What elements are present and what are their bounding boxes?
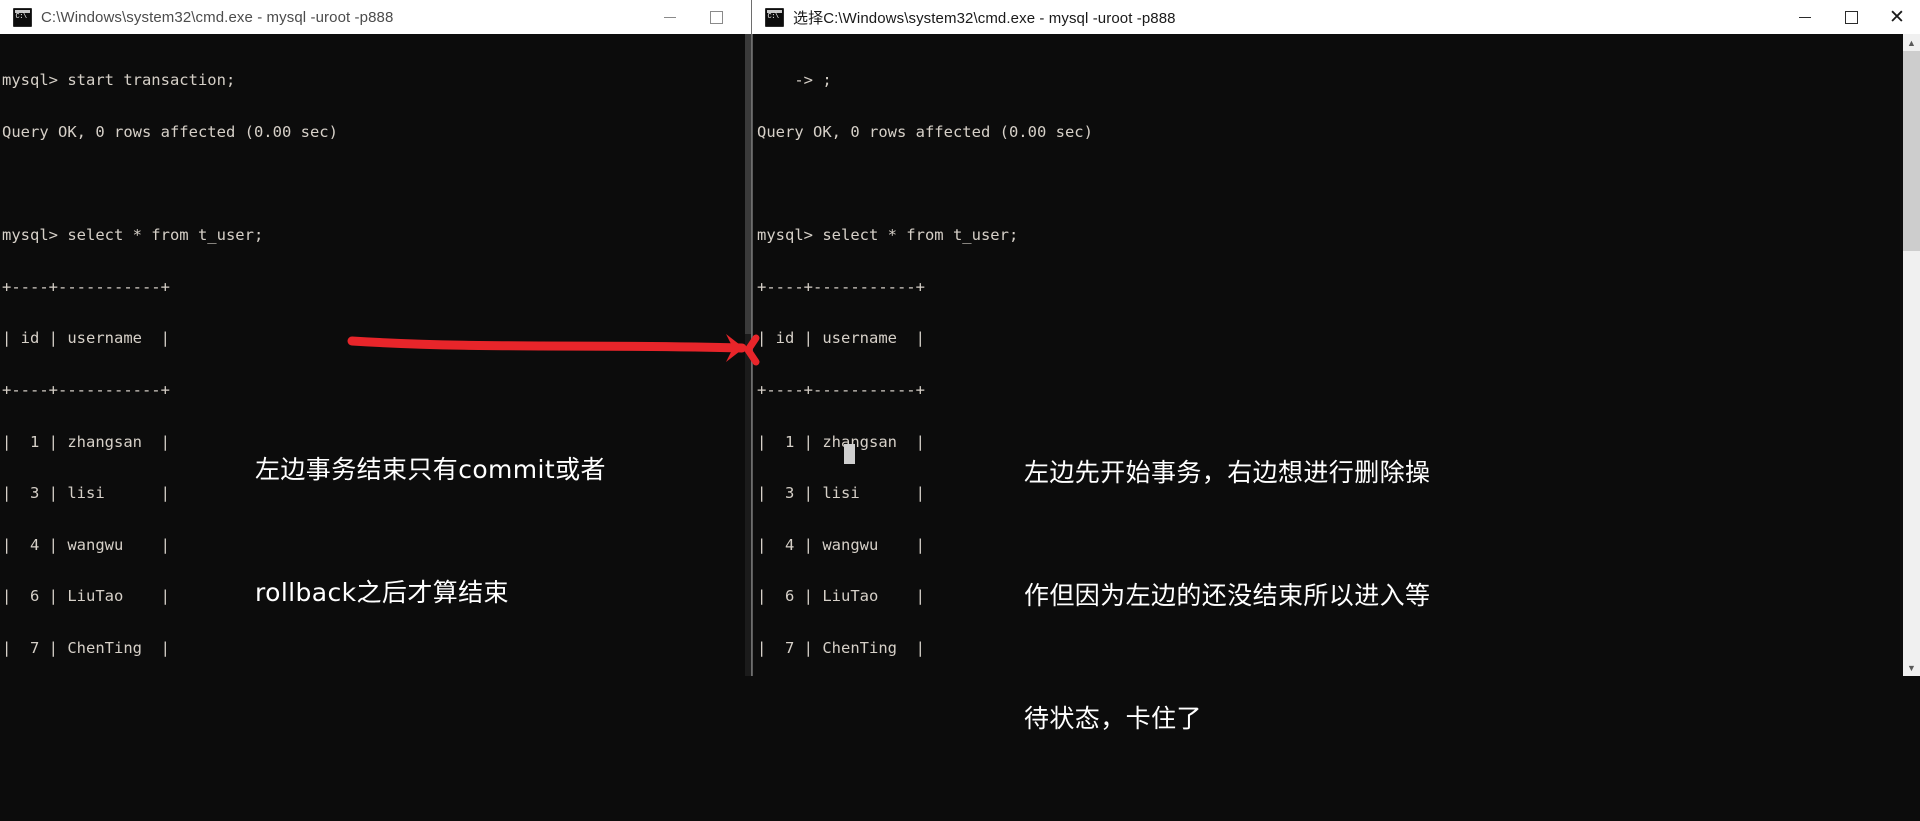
console-line: mysql> select * from t_user; [2,226,264,245]
scroll-down-arrow-icon[interactable]: ▼ [1903,659,1920,676]
minimize-button-right[interactable] [1782,0,1828,34]
window-title-left: C:\Windows\system32\cmd.exe - mysql -uro… [41,8,394,26]
annotation-line: 左边先开始事务，右边想进行删除操 [1024,458,1431,487]
console-line: +----+-----------+ [757,277,925,296]
console-line: mysql> select * from t_user; [757,226,1019,245]
console-line: | id | username | [2,329,170,348]
scrollbar-thumb-left[interactable] [745,34,751,334]
close-button-right[interactable]: ✕ [1874,0,1920,34]
maximize-icon-left [709,10,723,24]
minimize-icon-left [664,16,676,18]
console-line: +----+-----------+ [2,277,170,296]
maximize-button-left[interactable] [693,0,739,34]
annotation-text-right: 左边先开始事务，右边想进行删除操 作但因为左边的还没结束所以进入等 待状态，卡住… [1024,370,1430,821]
terminal-window-left: C:\Windows\system32\cmd.exe - mysql -uro… [0,0,752,676]
dual-terminal-screenshot: C:\Windows\system32\cmd.exe - mysql -uro… [0,0,1920,733]
maximize-icon-right [1844,10,1858,24]
window-controls-right: ✕ [1782,0,1920,34]
annotation-line: 待状态，卡住了 [1024,704,1202,733]
console-line: mysql> start transaction; [2,71,236,90]
window-title-right: 选择C:\Windows\system32\cmd.exe - mysql -u… [793,9,1176,27]
console-line: Query OK, 0 rows affected (0.00 sec) [757,123,1093,142]
minimize-icon-right [1799,16,1811,18]
titlebar-left[interactable]: C:\Windows\system32\cmd.exe - mysql -uro… [0,0,751,34]
terminal-window-right: 选择C:\Windows\system32\cmd.exe - mysql -u… [752,0,1920,733]
annotation-text-left: 左边事务结束只有commit或者 rollback之后才算结束 [255,367,606,695]
scrollbar-right[interactable]: ▲ ▼ [1903,34,1920,676]
window-controls-left [659,0,751,34]
maximize-button-right[interactable] [1828,0,1874,34]
console-line: -> ; [757,71,832,90]
scroll-up-arrow-icon[interactable]: ▲ [1903,34,1920,51]
annotation-line: 左边事务结束只有commit或者 [255,455,606,484]
cmd-icon-right [765,7,784,27]
console-left-border-right [752,34,753,676]
minimize-button-left[interactable] [647,0,693,34]
scrollbar-thumb-right[interactable] [1903,51,1920,251]
console-line: | id | username | [757,329,925,348]
annotation-line: 作但因为左边的还没结束所以进入等 [1024,581,1431,610]
scrollbar-left[interactable] [745,34,751,676]
cmd-icon-left [13,7,32,27]
titlebar-right[interactable]: 选择C:\Windows\system32\cmd.exe - mysql -u… [752,0,1920,34]
annotation-line: rollback之后才算结束 [255,578,509,607]
text-cursor-right [844,444,855,464]
console-line: Query OK, 0 rows affected (0.00 sec) [2,123,338,142]
